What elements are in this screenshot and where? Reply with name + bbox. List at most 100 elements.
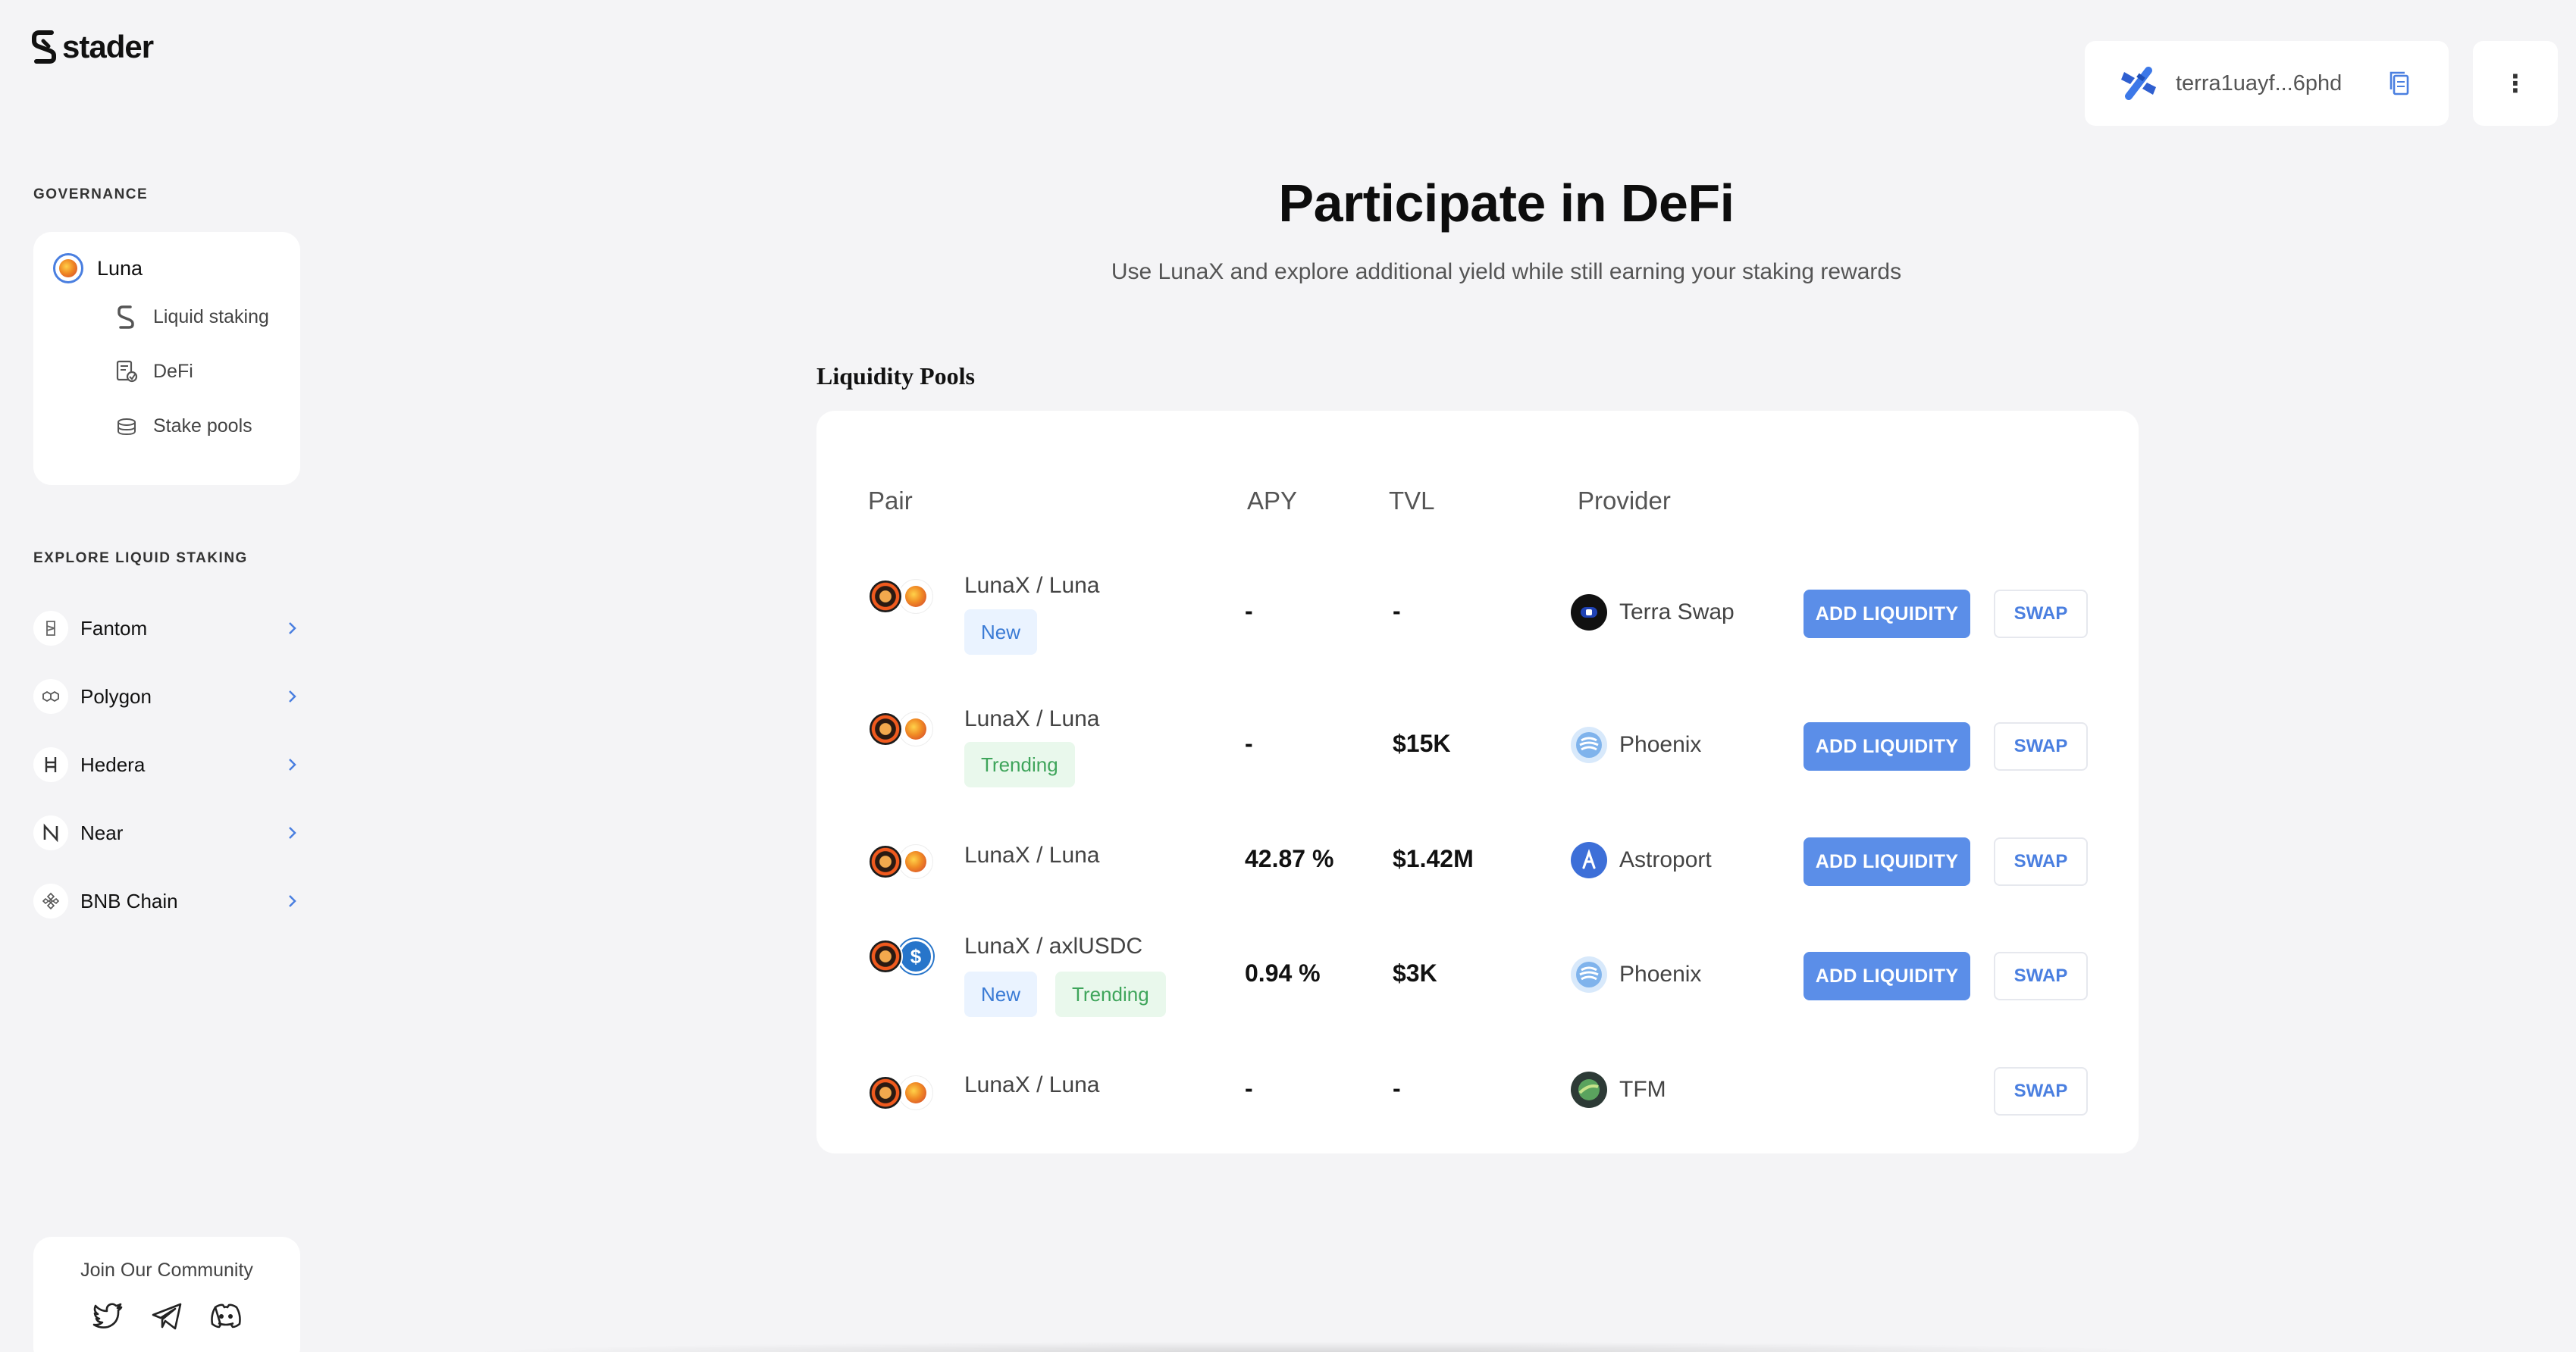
pair-icons [868,844,933,879]
apy-value: - [1245,597,1253,624]
apy-value: 42.87 % [1245,845,1334,872]
terraswap-icon [1571,594,1607,631]
lunax-icon [868,712,903,746]
sidebar-item-fantom[interactable]: Fantom [33,594,300,662]
sidebar-item-polygon[interactable]: Polygon [33,662,300,731]
pair-name: LunaX / Luna [964,706,1100,731]
hedera-icon [33,747,68,782]
apy-value: - [1245,730,1253,757]
discord-icon[interactable] [208,1298,244,1335]
defi-icon [116,360,138,383]
sidebar-item-stake-pools[interactable]: Stake pools [53,399,280,453]
telegram-icon[interactable] [149,1298,185,1335]
tvl-value: - [1393,597,1401,624]
pair-name: LunaX / Luna [964,843,1100,868]
sidebar-item-defi[interactable]: DeFi [53,344,280,399]
sidebar-item-bnb-chain[interactable]: BNB Chain [33,867,300,935]
near-icon [33,815,68,850]
luna-icon [898,712,933,746]
polygon-icon [33,679,68,714]
sidebar-item-liquid-staking[interactable]: Liquid staking [53,289,280,344]
stader-s-icon [32,30,56,64]
add-liquidity-button[interactable]: ADD LIQUIDITY [1804,590,1970,638]
liquidity-pools-title: Liquidity Pools [816,362,975,390]
apy-value: 0.94 % [1245,959,1321,987]
chevron-right-icon [289,690,296,703]
wallet-button[interactable]: terra1uayf...6phd [2085,41,2449,126]
sidebar-item-label: Hedera [80,753,146,776]
pair-name: LunaX / axlUSDC [964,934,1143,959]
trending-badge: Trending [1055,972,1166,1017]
pair-icons: $ [868,939,933,974]
provider: Astroport [1571,842,1712,878]
community-label: Join Our Community [80,1260,253,1281]
sidebar-item-label: Luna [97,256,143,280]
stader-logo[interactable]: stader [32,29,154,65]
provider-name: TFM [1619,1077,1666,1102]
add-liquidity-button[interactable]: ADD LIQUIDITY [1804,952,1970,1000]
more-menu-button[interactable]: ⋮ [2473,41,2558,126]
chevron-right-icon [289,827,296,839]
copy-icon[interactable] [2385,68,2415,99]
more-vertical-icon: ⋮ [2503,70,2527,97]
lunax-icon [868,939,903,974]
fantom-icon [33,611,68,646]
swap-button[interactable]: SWAP [1994,952,2088,1000]
swap-button[interactable]: SWAP [1994,590,2088,638]
governance-card: Luna Liquid staking DeFi Stake pools [33,232,300,485]
sidebar-item-luna[interactable]: Luna [53,252,280,285]
provider: Phoenix [1571,727,1701,763]
add-liquidity-button[interactable]: ADD LIQUIDITY [1804,722,1970,771]
sidebar-item-near[interactable]: Near [33,799,300,867]
pair-name: LunaX / Luna [964,1072,1100,1097]
tvl-value: $1.42M [1393,845,1474,872]
twitter-icon[interactable] [89,1298,126,1335]
provider: Phoenix [1571,956,1701,993]
luna-icon [898,844,933,879]
pair-icons [868,712,933,746]
swap-button[interactable]: SWAP [1994,1067,2088,1116]
page-title: Participate in DeFi [1278,174,1735,233]
pair-icons [868,1075,933,1110]
sidebar-item-hedera[interactable]: Hedera [33,731,300,799]
explore-list: Fantom Polygon Hedera Near BNB Chain [33,594,300,935]
coins-icon [118,418,136,436]
trending-badge: Trending [964,742,1075,787]
provider-name: Terra Swap [1619,599,1735,624]
new-badge: New [964,972,1038,1017]
sidebar-item-label: Liquid staking [153,305,269,327]
explore-title: EXPLORE LIQUID STAKING [33,550,248,566]
luna-icon [898,579,933,614]
chevron-right-icon [289,622,296,634]
stader-s-icon [118,305,134,329]
provider-name: Phoenix [1619,732,1702,757]
luna-icon [53,253,83,283]
add-liquidity-button[interactable]: ADD LIQUIDITY [1804,837,1970,886]
sidebar-item-label: Near [80,821,124,844]
sidebar-item-label: Fantom [80,616,148,640]
sidebar-item-label: DeFi [153,360,193,382]
lunax-icon [868,579,903,614]
column-header-tvl: TVL [1389,487,1435,515]
community-card: Join Our Community [33,1237,300,1352]
usdc-icon: $ [898,939,933,974]
tvl-value: $3K [1393,959,1437,987]
page-subtitle: Use LunaX and explore additional yield w… [1111,259,1902,284]
swap-button[interactable]: SWAP [1994,722,2088,771]
chevron-right-icon [289,895,296,907]
pair-icons [868,579,933,614]
column-header-pair: Pair [868,487,913,515]
apy-value: - [1245,1075,1253,1102]
footer-shadow [455,1341,2198,1352]
luna-icon [898,1075,933,1110]
tvl-value: $15K [1393,730,1451,757]
swap-button[interactable]: SWAP [1994,837,2088,886]
bnb-icon [33,884,68,919]
governance-title: GOVERNANCE [33,186,149,202]
pair-name: LunaX / Luna [964,573,1100,598]
sidebar-item-label: Polygon [80,684,152,708]
station-wallet-icon [2121,67,2156,100]
new-badge: New [964,609,1038,655]
phoenix-icon [1571,956,1607,993]
sidebar-item-label: Stake pools [153,415,252,437]
